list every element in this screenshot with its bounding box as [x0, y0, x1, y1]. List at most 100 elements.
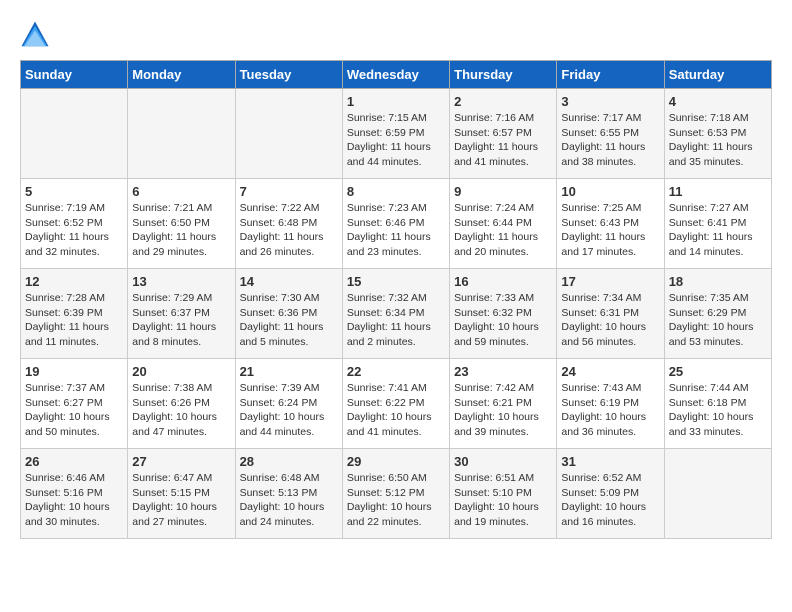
calendar-cell: 24 Sunrise: 7:43 AMSunset: 6:19 PMDayligh… — [557, 359, 664, 449]
cell-content: Sunrise: 7:25 AMSunset: 6:43 PMDaylight:… — [561, 201, 659, 260]
cell-content: Sunrise: 7:39 AMSunset: 6:24 PMDaylight:… — [240, 381, 338, 440]
day-number: 27 — [132, 454, 230, 469]
calendar-cell — [664, 449, 771, 539]
day-number: 23 — [454, 364, 552, 379]
calendar-week-row: 5 Sunrise: 7:19 AMSunset: 6:52 PMDaylight… — [21, 179, 772, 269]
day-number: 2 — [454, 94, 552, 109]
day-number: 19 — [25, 364, 123, 379]
cell-content: Sunrise: 7:43 AMSunset: 6:19 PMDaylight:… — [561, 381, 659, 440]
column-header-wednesday: Wednesday — [342, 61, 449, 89]
day-number: 16 — [454, 274, 552, 289]
cell-content: Sunrise: 7:30 AMSunset: 6:36 PMDaylight:… — [240, 291, 338, 350]
cell-content: Sunrise: 7:24 AMSunset: 6:44 PMDaylight:… — [454, 201, 552, 260]
calendar-week-row: 1 Sunrise: 7:15 AMSunset: 6:59 PMDaylight… — [21, 89, 772, 179]
calendar-cell: 13 Sunrise: 7:29 AMSunset: 6:37 PMDayligh… — [128, 269, 235, 359]
day-number: 20 — [132, 364, 230, 379]
logo — [20, 20, 54, 50]
cell-content: Sunrise: 7:32 AMSunset: 6:34 PMDaylight:… — [347, 291, 445, 350]
cell-content: Sunrise: 7:38 AMSunset: 6:26 PMDaylight:… — [132, 381, 230, 440]
column-header-thursday: Thursday — [450, 61, 557, 89]
cell-content: Sunrise: 7:35 AMSunset: 6:29 PMDaylight:… — [669, 291, 767, 350]
day-number: 14 — [240, 274, 338, 289]
cell-content: Sunrise: 7:42 AMSunset: 6:21 PMDaylight:… — [454, 381, 552, 440]
cell-content: Sunrise: 7:16 AMSunset: 6:57 PMDaylight:… — [454, 111, 552, 170]
day-number: 6 — [132, 184, 230, 199]
cell-content: Sunrise: 7:27 AMSunset: 6:41 PMDaylight:… — [669, 201, 767, 260]
day-number: 11 — [669, 184, 767, 199]
calendar-cell: 10 Sunrise: 7:25 AMSunset: 6:43 PMDayligh… — [557, 179, 664, 269]
calendar-cell: 11 Sunrise: 7:27 AMSunset: 6:41 PMDayligh… — [664, 179, 771, 269]
calendar-cell: 6 Sunrise: 7:21 AMSunset: 6:50 PMDaylight… — [128, 179, 235, 269]
calendar-cell: 23 Sunrise: 7:42 AMSunset: 6:21 PMDayligh… — [450, 359, 557, 449]
day-number: 9 — [454, 184, 552, 199]
day-number: 24 — [561, 364, 659, 379]
cell-content: Sunrise: 6:52 AMSunset: 5:09 PMDaylight:… — [561, 471, 659, 530]
day-number: 18 — [669, 274, 767, 289]
calendar-week-row: 19 Sunrise: 7:37 AMSunset: 6:27 PMDayligh… — [21, 359, 772, 449]
column-header-sunday: Sunday — [21, 61, 128, 89]
logo-icon — [20, 20, 50, 50]
cell-content: Sunrise: 7:17 AMSunset: 6:55 PMDaylight:… — [561, 111, 659, 170]
day-number: 13 — [132, 274, 230, 289]
calendar-cell — [21, 89, 128, 179]
calendar-cell: 8 Sunrise: 7:23 AMSunset: 6:46 PMDaylight… — [342, 179, 449, 269]
cell-content: Sunrise: 7:28 AMSunset: 6:39 PMDaylight:… — [25, 291, 123, 350]
cell-content: Sunrise: 6:51 AMSunset: 5:10 PMDaylight:… — [454, 471, 552, 530]
day-number: 3 — [561, 94, 659, 109]
day-number: 29 — [347, 454, 445, 469]
day-number: 28 — [240, 454, 338, 469]
cell-content: Sunrise: 7:29 AMSunset: 6:37 PMDaylight:… — [132, 291, 230, 350]
day-number: 10 — [561, 184, 659, 199]
cell-content: Sunrise: 7:34 AMSunset: 6:31 PMDaylight:… — [561, 291, 659, 350]
calendar-cell: 1 Sunrise: 7:15 AMSunset: 6:59 PMDaylight… — [342, 89, 449, 179]
day-number: 1 — [347, 94, 445, 109]
column-header-monday: Monday — [128, 61, 235, 89]
cell-content: Sunrise: 7:44 AMSunset: 6:18 PMDaylight:… — [669, 381, 767, 440]
calendar-cell: 28 Sunrise: 6:48 AMSunset: 5:13 PMDayligh… — [235, 449, 342, 539]
day-number: 4 — [669, 94, 767, 109]
calendar-cell: 18 Sunrise: 7:35 AMSunset: 6:29 PMDayligh… — [664, 269, 771, 359]
cell-content: Sunrise: 7:19 AMSunset: 6:52 PMDaylight:… — [25, 201, 123, 260]
cell-content: Sunrise: 7:21 AMSunset: 6:50 PMDaylight:… — [132, 201, 230, 260]
day-number: 26 — [25, 454, 123, 469]
cell-content: Sunrise: 6:46 AMSunset: 5:16 PMDaylight:… — [25, 471, 123, 530]
cell-content: Sunrise: 6:48 AMSunset: 5:13 PMDaylight:… — [240, 471, 338, 530]
calendar-cell — [128, 89, 235, 179]
calendar-cell: 19 Sunrise: 7:37 AMSunset: 6:27 PMDayligh… — [21, 359, 128, 449]
day-number: 17 — [561, 274, 659, 289]
calendar-cell: 17 Sunrise: 7:34 AMSunset: 6:31 PMDayligh… — [557, 269, 664, 359]
calendar-header-row: SundayMondayTuesdayWednesdayThursdayFrid… — [21, 61, 772, 89]
calendar-cell: 29Sunrise: 6:50 AMSunset: 5:12 PMDayligh… — [342, 449, 449, 539]
calendar-cell: 30 Sunrise: 6:51 AMSunset: 5:10 PMDayligh… — [450, 449, 557, 539]
cell-content: Sunrise: 7:18 AMSunset: 6:53 PMDaylight:… — [669, 111, 767, 170]
calendar-cell: 5 Sunrise: 7:19 AMSunset: 6:52 PMDaylight… — [21, 179, 128, 269]
day-number: 5 — [25, 184, 123, 199]
day-number: 8 — [347, 184, 445, 199]
calendar-cell: 14 Sunrise: 7:30 AMSunset: 6:36 PMDayligh… — [235, 269, 342, 359]
calendar-cell: 21 Sunrise: 7:39 AMSunset: 6:24 PMDayligh… — [235, 359, 342, 449]
calendar-week-row: 12 Sunrise: 7:28 AMSunset: 6:39 PMDayligh… — [21, 269, 772, 359]
cell-content: Sunrise: 7:23 AMSunset: 6:46 PMDaylight:… — [347, 201, 445, 260]
day-number: 21 — [240, 364, 338, 379]
calendar-cell: 7Sunrise: 7:22 AMSunset: 6:48 PMDaylight… — [235, 179, 342, 269]
day-number: 22 — [347, 364, 445, 379]
calendar-cell: 15 Sunrise: 7:32 AMSunset: 6:34 PMDayligh… — [342, 269, 449, 359]
calendar-cell: 26 Sunrise: 6:46 AMSunset: 5:16 PMDayligh… — [21, 449, 128, 539]
day-number: 15 — [347, 274, 445, 289]
cell-content: Sunrise: 7:33 AMSunset: 6:32 PMDaylight:… — [454, 291, 552, 350]
calendar-cell: 22Sunrise: 7:41 AMSunset: 6:22 PMDayligh… — [342, 359, 449, 449]
day-number: 12 — [25, 274, 123, 289]
day-number: 25 — [669, 364, 767, 379]
cell-content: Sunrise: 7:15 AMSunset: 6:59 PMDaylight:… — [347, 111, 445, 170]
calendar-week-row: 26 Sunrise: 6:46 AMSunset: 5:16 PMDayligh… — [21, 449, 772, 539]
cell-content: Sunrise: 7:22 AMSunset: 6:48 PMDaylight:… — [240, 201, 338, 260]
day-number: 30 — [454, 454, 552, 469]
calendar-cell: 2 Sunrise: 7:16 AMSunset: 6:57 PMDaylight… — [450, 89, 557, 179]
cell-content: Sunrise: 6:47 AMSunset: 5:15 PMDaylight:… — [132, 471, 230, 530]
day-number: 31 — [561, 454, 659, 469]
cell-content: Sunrise: 7:37 AMSunset: 6:27 PMDaylight:… — [25, 381, 123, 440]
calendar-cell: 27 Sunrise: 6:47 AMSunset: 5:15 PMDayligh… — [128, 449, 235, 539]
calendar-table: SundayMondayTuesdayWednesdayThursdayFrid… — [20, 60, 772, 539]
calendar-cell: 4 Sunrise: 7:18 AMSunset: 6:53 PMDaylight… — [664, 89, 771, 179]
calendar-cell: 20 Sunrise: 7:38 AMSunset: 6:26 PMDayligh… — [128, 359, 235, 449]
